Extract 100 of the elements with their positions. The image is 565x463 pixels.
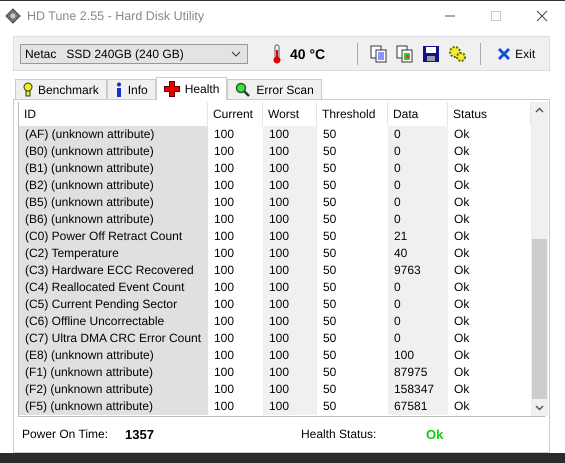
lightbulb-icon [23, 82, 33, 98]
table-cell: 100 [263, 228, 317, 245]
table-cell-text: 100 [213, 211, 236, 228]
thermometer-icon [272, 44, 282, 64]
table-cell-text: Ok [453, 245, 470, 262]
table-cell: 0 [388, 296, 448, 313]
table-cell: 100 [263, 364, 317, 381]
table-cell: (F1) (unknown attribute) [19, 364, 208, 381]
exit-button[interactable]: Exit [493, 46, 540, 60]
table-cell: (E8) (unknown attribute) [19, 347, 208, 364]
table-cell: 100 [263, 296, 317, 313]
table-cell: 100 [263, 279, 317, 296]
table-cell: (B0) (unknown attribute) [19, 143, 208, 160]
copy-image-icon[interactable] [396, 44, 414, 62]
table-cell-text: 50 [322, 126, 338, 143]
column-header[interactable]: Threshold [317, 102, 388, 126]
power-on-value: 1357 [125, 426, 155, 442]
table-cell: 100 [263, 381, 317, 398]
table-cell-text: 100 [213, 364, 236, 381]
table-cell: 100 [263, 160, 317, 177]
table-cell: 100 [263, 126, 317, 143]
table-cell-text: 100 [213, 313, 236, 330]
table-cell: 100 [263, 262, 317, 279]
table-cell-text: 100 [213, 143, 236, 160]
table-cell: 67581 [388, 398, 448, 415]
table-cell: (F2) (unknown attribute) [19, 381, 208, 398]
table-cell: 100 [263, 194, 317, 211]
table-cell-text: 100 [213, 160, 236, 177]
table-cell-text: 100 [213, 262, 236, 279]
table-cell-text: Ok [453, 296, 470, 313]
table-cell-text: 50 [322, 262, 338, 279]
tab[interactable]: Benchmark [15, 79, 107, 99]
table-cell-text: Ok [453, 313, 470, 330]
table-cell: 21 [388, 228, 448, 245]
table-cell-text: Ok [453, 347, 470, 364]
table-cell: (F5) (unknown attribute) [19, 398, 208, 415]
table-cell: (C2) Temperature [19, 245, 208, 262]
table-cell: 100 [263, 347, 317, 364]
table-cell: (C6) Offline Uncorrectable [19, 313, 208, 330]
table-cell: 0 [388, 177, 448, 194]
gear-icon[interactable] [448, 44, 468, 62]
table-cell: (B5) (unknown attribute) [19, 194, 208, 211]
table-cell-text: 100 [213, 330, 236, 347]
table-cell: (B2) (unknown attribute) [19, 177, 208, 194]
magnifier-icon [235, 82, 252, 98]
table-cell-text: 50 [322, 228, 338, 245]
table-cell-text: Ok [453, 228, 470, 245]
table-cell: 0 [388, 143, 448, 160]
table-cell-text: 50 [322, 245, 338, 262]
table-cell-text: 100 [213, 296, 236, 313]
table-cell-text: Ok [453, 330, 470, 347]
table-cell-text: 100 [213, 126, 236, 143]
copy-icon[interactable] [370, 44, 388, 62]
table-cell: (C0) Power Off Retract Count [19, 228, 208, 245]
health-status-label: Health Status: [301, 427, 378, 441]
table-cell-text: 50 [322, 279, 338, 296]
save-icon[interactable] [422, 44, 440, 62]
table-cell-text: Ok [453, 126, 470, 143]
power-on-label: Power On Time: [22, 427, 110, 441]
drive-dropdown[interactable]: Netac SSD 240GB (240 GB) [20, 44, 248, 64]
window-title: HD Tune 2.55 - Hard Disk Utility [27, 8, 206, 22]
table-cell-text: Ok [453, 143, 470, 160]
table-cell: (B6) (unknown attribute) [19, 211, 208, 228]
table-cell-text: 100 [213, 194, 236, 211]
table-cell-text: 100 [213, 398, 236, 415]
scrollbar-thumb[interactable] [532, 239, 547, 399]
table-cell: (AF) (unknown attribute) [19, 126, 208, 143]
table-cell: 100 [263, 398, 317, 415]
column-header[interactable]: Current [208, 102, 263, 126]
table-cell: (C7) Ultra DMA CRC Error Count [19, 330, 208, 347]
table-cell: 40 [388, 245, 448, 262]
table-cell-text: 50 [322, 296, 338, 313]
table-cell-text: Ok [453, 398, 470, 415]
scrollbar[interactable] [531, 102, 548, 416]
table-cell-text: Ok [453, 160, 470, 177]
tab[interactable]: Info [106, 79, 156, 99]
table-cell: (C3) Hardware ECC Recovered [19, 262, 208, 279]
table-cell-text: 100 [213, 279, 236, 296]
table-cell-text: 100 [213, 245, 236, 262]
table-cell-text: 100 [213, 228, 236, 245]
table-cell-text: Ok [453, 279, 470, 296]
table-cell-text: Ok [453, 194, 470, 211]
table-cell-text: 50 [322, 347, 338, 364]
table-cell-text: Ok [453, 211, 470, 228]
table-cell-text: Ok [453, 262, 470, 279]
table-cell: 0 [388, 330, 448, 347]
table-cell-text: Ok [453, 364, 470, 381]
info-icon [114, 82, 123, 98]
tab[interactable]: Error Scan [227, 79, 322, 99]
table-cell-text: 50 [322, 381, 338, 398]
chevron-icon [231, 50, 241, 56]
cross-icon [164, 81, 180, 97]
table-cell: 0 [388, 126, 448, 143]
temperature-reading: 40 °C [290, 46, 326, 62]
health-status-value: Ok [426, 426, 444, 442]
table-cell-text: 50 [322, 313, 338, 330]
tab[interactable]: Health [156, 77, 228, 100]
table-cell: 9763 [388, 262, 448, 279]
table-cell-text: 50 [322, 143, 338, 160]
table-cell: 0 [388, 160, 448, 177]
